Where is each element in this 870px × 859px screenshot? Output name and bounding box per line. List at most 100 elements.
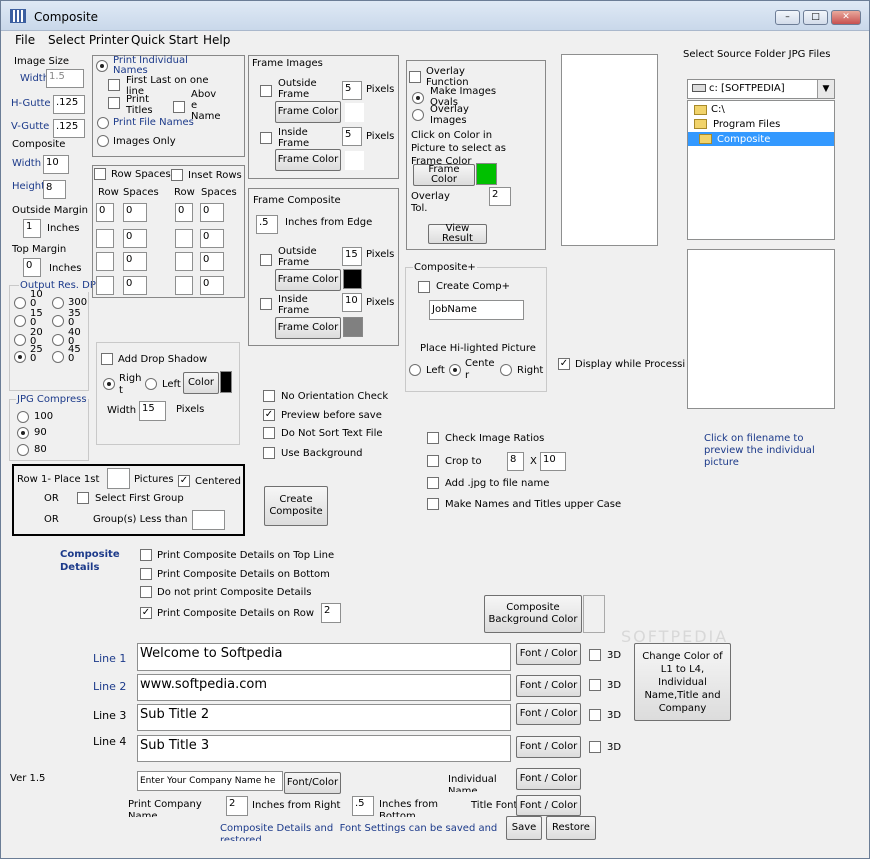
place-left-radio[interactable] <box>409 364 421 376</box>
display-while-checkbox[interactable]: ✓ <box>558 358 570 370</box>
menu-quick-start[interactable]: Quick Start <box>131 34 198 46</box>
row2-spaces2-input[interactable]: 0 <box>200 229 224 248</box>
res-150-radio[interactable] <box>14 315 26 327</box>
details-bottom-checkbox[interactable] <box>140 568 152 580</box>
row4-row-input[interactable] <box>96 276 114 295</box>
res-450-radio[interactable] <box>52 351 64 363</box>
overlay-frame-color-button[interactable]: Frame Color <box>413 164 475 186</box>
fi-frame-color-button[interactable]: Frame Color <box>275 101 341 123</box>
view-result-button[interactable]: View Result <box>428 224 487 244</box>
individual-font-color-button[interactable]: Font / Color <box>516 768 581 790</box>
create-comp-checkbox[interactable] <box>418 281 430 293</box>
menu-file[interactable]: File <box>15 34 35 46</box>
row2-row2-input[interactable] <box>175 229 193 248</box>
make-ovals-radio[interactable] <box>412 92 424 104</box>
above-checkbox[interactable] <box>173 101 185 113</box>
print-titles-checkbox[interactable] <box>108 97 120 109</box>
select-first-group-checkbox[interactable] <box>77 492 89 504</box>
composite-width-input[interactable]: 10 <box>43 155 69 174</box>
row1-spaces2-input[interactable]: 0 <box>200 203 224 222</box>
details-on-row-checkbox[interactable]: ✓ <box>140 607 152 619</box>
fi-inside-checkbox[interactable] <box>260 132 272 144</box>
row2-row-input[interactable] <box>96 229 114 248</box>
row1-pictures-input[interactable] <box>107 468 130 489</box>
close-button[interactable]: ✕ <box>831 10 861 25</box>
fi-outside-checkbox[interactable] <box>260 85 272 97</box>
drive-select[interactable]: c: [SOFTPEDIA] ▼ <box>687 79 835 99</box>
minimize-button[interactable]: – <box>775 10 800 25</box>
add-jpg-checkbox[interactable] <box>427 477 439 489</box>
create-composite-button[interactable]: Create Composite <box>264 486 328 526</box>
shadow-left-radio[interactable] <box>145 378 157 390</box>
no-sort-checkbox[interactable] <box>263 427 275 439</box>
line3-3d-checkbox[interactable] <box>589 709 601 721</box>
place-right-radio[interactable] <box>500 364 512 376</box>
restore-button[interactable]: Restore <box>546 816 596 840</box>
preview-before-save-checkbox[interactable]: ✓ <box>263 409 275 421</box>
fc-inside-input[interactable]: 10 <box>342 293 362 312</box>
print-individual-radio[interactable] <box>96 60 108 72</box>
res-250-radio[interactable] <box>14 351 26 363</box>
folder-c-root[interactable]: C:\ <box>711 104 725 116</box>
centered-checkbox[interactable]: ✓ <box>178 475 190 487</box>
row4-spaces2-input[interactable]: 0 <box>200 276 224 295</box>
background-color-button[interactable]: Composite Background Color <box>484 595 582 633</box>
top-margin-input[interactable]: 0 <box>23 258 41 277</box>
company-font-color-button[interactable]: Font/Color <box>284 772 341 794</box>
company-inches-bottom-input[interactable]: .5 <box>352 796 374 816</box>
save-button[interactable]: Save <box>506 816 542 840</box>
details-top-checkbox[interactable] <box>140 549 152 561</box>
composite-height-input[interactable]: 8 <box>43 180 66 199</box>
title-font-color-button[interactable]: Font / Color <box>516 795 581 816</box>
row1-row2-input[interactable]: 0 <box>175 203 193 222</box>
fc-outside-input[interactable]: 15 <box>342 247 362 266</box>
fi-inside-input[interactable]: 5 <box>342 127 362 146</box>
res-200-radio[interactable] <box>14 334 26 346</box>
res-300-radio[interactable] <box>52 297 64 309</box>
folder-program-files[interactable]: Program Files <box>713 119 780 131</box>
fc-inside-checkbox[interactable] <box>260 298 272 310</box>
shadow-width-input[interactable]: 15 <box>139 401 166 421</box>
no-orientation-checkbox[interactable] <box>263 390 275 402</box>
row1-row-input[interactable]: 0 <box>96 203 114 222</box>
line2-font-color-button[interactable]: Font / Color <box>516 675 581 697</box>
menu-select-printer[interactable]: Select Printer <box>48 34 129 46</box>
image-width-input[interactable]: 1.5 <box>46 69 84 88</box>
crop-to-checkbox[interactable] <box>427 455 439 467</box>
fc-outside-checkbox[interactable] <box>260 254 272 266</box>
line4-font-color-button[interactable]: Font / Color <box>516 736 581 758</box>
line1-3d-checkbox[interactable] <box>589 649 601 661</box>
crop-height-input[interactable]: 10 <box>540 452 566 471</box>
row3-spaces2-input[interactable]: 0 <box>200 252 224 271</box>
fc-frame-color-button[interactable]: Frame Color <box>275 269 341 291</box>
row3-row-input[interactable] <box>96 252 114 271</box>
line3-input[interactable]: Sub Title 2 <box>137 704 511 731</box>
line2-3d-checkbox[interactable] <box>589 679 601 691</box>
drop-shadow-checkbox[interactable] <box>101 353 113 365</box>
crop-width-input[interactable]: 8 <box>507 452 524 471</box>
menu-help[interactable]: Help <box>203 34 230 46</box>
fi-outside-input[interactable]: 5 <box>342 81 362 100</box>
company-inches-right-input[interactable]: 2 <box>226 796 248 816</box>
row4-spaces-input[interactable]: 0 <box>123 276 147 295</box>
jpg-80-radio[interactable] <box>17 444 29 456</box>
line4-input[interactable]: Sub Title 3 <box>137 735 511 762</box>
place-center-radio[interactable] <box>449 364 461 376</box>
use-background-checkbox[interactable] <box>263 447 275 459</box>
first-last-checkbox[interactable] <box>108 79 120 91</box>
line4-3d-checkbox[interactable] <box>589 741 601 753</box>
shadow-color-button[interactable]: Color <box>183 372 219 394</box>
print-file-names-radio[interactable] <box>97 117 109 129</box>
overlay-tol-input[interactable]: 2 <box>489 187 511 206</box>
row2-spaces-input[interactable]: 0 <box>123 229 147 248</box>
company-name-input[interactable]: Enter Your Company Name he <box>137 771 283 791</box>
inset-rows-checkbox[interactable] <box>171 169 183 181</box>
job-name-input[interactable]: JobName <box>429 300 524 320</box>
change-color-button[interactable]: Change Color of L1 to L4, Individual Nam… <box>634 643 731 721</box>
upper-case-checkbox[interactable] <box>427 498 439 510</box>
res-100-radio[interactable] <box>14 297 26 309</box>
file-list[interactable] <box>687 249 835 409</box>
line1-font-color-button[interactable]: Font / Color <box>516 643 581 665</box>
jpg-100-radio[interactable] <box>17 411 29 423</box>
row1-spaces-input[interactable]: 0 <box>123 203 147 222</box>
